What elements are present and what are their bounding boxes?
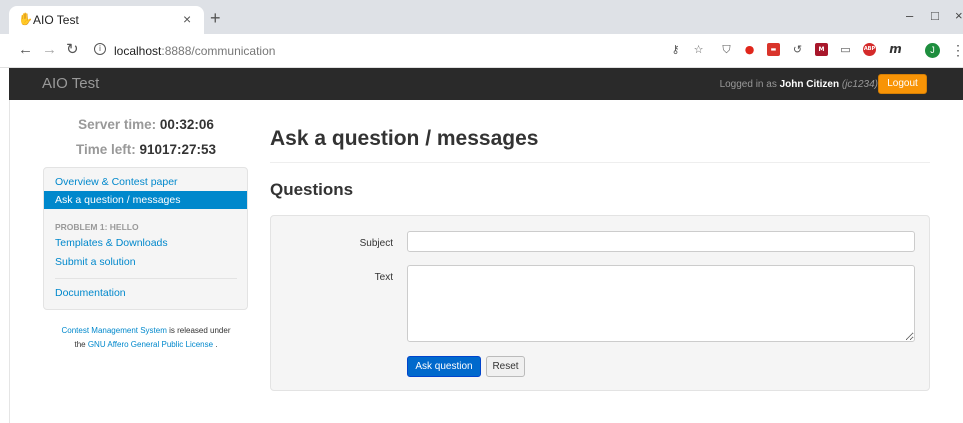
extension-red-icon[interactable]: ▬ — [767, 43, 780, 56]
title-divider — [270, 162, 930, 163]
subject-input[interactable] — [407, 231, 915, 252]
text-input[interactable] — [407, 265, 915, 342]
ask-question-button[interactable]: Ask question — [407, 356, 481, 377]
browser-toolbar: ← → ↻ i localhost:8888/communication ⚷ ☆… — [0, 34, 963, 68]
login-prefix: Logged in as — [719, 79, 780, 90]
content-left-border — [9, 100, 10, 423]
questions-heading: Questions — [270, 180, 354, 199]
user-id: (jc1234) — [841, 79, 878, 90]
time-left-value: 91017:27:53 — [139, 142, 217, 157]
user-name: John Citizen — [779, 79, 840, 90]
server-time: Server time: 00:32:06 — [44, 116, 248, 134]
tab-close-icon[interactable]: × — [183, 11, 191, 27]
url-text: localhost:8888/communication — [114, 43, 275, 59]
forward-arrow-icon[interactable]: → — [42, 42, 57, 58]
license-the: the — [74, 340, 88, 349]
subject-label: Subject — [359, 238, 393, 249]
time-left: Time left: 91017:27:53 — [44, 141, 248, 159]
star-icon[interactable]: ☆ — [692, 43, 705, 56]
reset-button[interactable]: Reset — [486, 356, 525, 377]
logout-button[interactable]: Logout — [878, 74, 927, 94]
m-extension-icon[interactable]: m — [889, 43, 902, 56]
menu-kebab-icon[interactable]: ⋮ — [951, 42, 963, 58]
new-tab-button[interactable]: + — [210, 9, 221, 27]
window-minimize-button[interactable]: – — [906, 8, 913, 24]
adblock-icon[interactable]: ABP — [863, 43, 876, 56]
pocket-icon[interactable]: ⛉ — [720, 43, 733, 56]
license-end: . — [213, 340, 218, 349]
key-icon[interactable]: ⚷ — [669, 43, 682, 56]
sidebar-item-documentation[interactable]: Documentation — [44, 284, 247, 302]
opera-icon[interactable]: ● — [743, 43, 756, 56]
page-title: Ask a question / messages — [270, 127, 539, 150]
server-time-value: 00:32:06 — [159, 117, 214, 132]
sidebar-problem-header: Problem 1: Hello — [55, 222, 139, 232]
license-line-1: Contest Management System is released un… — [44, 324, 248, 338]
tab-title: AIO Test — [33, 13, 79, 27]
brand-title[interactable]: AIO Test — [42, 76, 99, 92]
back-arrow-icon[interactable]: ← — [18, 42, 33, 58]
window-maximize-button[interactable]: □ — [931, 8, 939, 24]
address-bar[interactable]: i localhost:8888/communication — [86, 39, 718, 63]
browser-tab[interactable]: ✋ AIO Test × — [9, 6, 204, 34]
license-text: is released under — [166, 326, 231, 335]
sidebar-item-ask-question[interactable]: Ask a question / messages — [44, 191, 247, 209]
history-icon[interactable]: ↺ — [791, 43, 804, 56]
question-form: Subject Text Ask question Reset — [270, 215, 930, 391]
login-status: Logged in as John Citizen (jc1234) — [720, 78, 878, 91]
profile-avatar[interactable]: J — [925, 43, 940, 58]
gpl-link[interactable]: GNU Affero General Public License — [88, 340, 213, 349]
window-icon[interactable]: ▭ — [839, 43, 852, 56]
extension-maroon-icon[interactable]: M — [815, 43, 828, 56]
favicon-icon: ✋ — [18, 12, 33, 26]
info-icon[interactable]: i — [94, 43, 106, 55]
sidebar-item-templates[interactable]: Templates & Downloads — [44, 234, 247, 252]
reload-icon[interactable]: ↻ — [66, 42, 79, 58]
url-host: localhost — [114, 44, 162, 58]
app-navbar: AIO Test Logged in as John Citizen (jc12… — [9, 68, 963, 100]
sidebar-item-overview[interactable]: Overview & Contest paper — [44, 173, 247, 191]
text-label: Text — [374, 272, 393, 283]
sidebar-item-submit[interactable]: Submit a solution — [44, 253, 247, 271]
sidebar-nav: Overview & Contest paper Ask a question … — [43, 167, 248, 310]
server-time-label: Server time: — [78, 117, 160, 132]
url-path: :8888/communication — [161, 44, 276, 58]
time-left-label: Time left: — [75, 142, 140, 157]
window-close-button[interactable]: × — [955, 8, 963, 24]
license-line-2: the GNU Affero General Public License . — [44, 338, 248, 352]
sidebar-divider — [55, 278, 237, 279]
cms-link[interactable]: Contest Management System — [62, 326, 167, 335]
browser-tab-bar: ✋ AIO Test × + – □ × — [0, 0, 963, 34]
